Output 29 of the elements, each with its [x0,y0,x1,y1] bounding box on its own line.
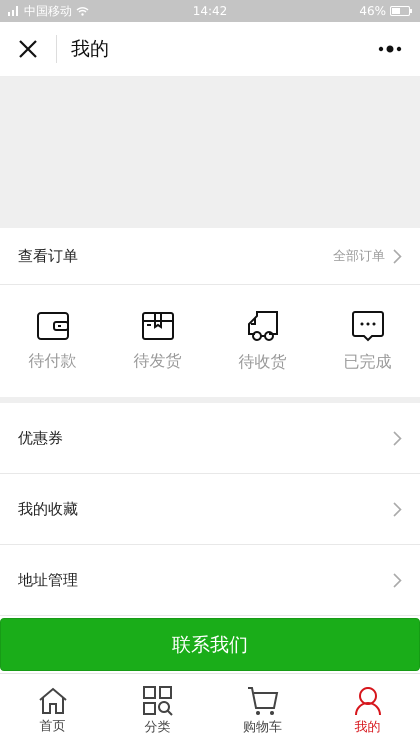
grid-search-icon [142,686,172,716]
carrier-name: 中国移动 [24,2,72,20]
tab-item[interactable]: 我的 [315,674,420,747]
orders-row[interactable]: 查看订单 全部订单 [0,228,420,285]
tab-item[interactable]: 分类 [105,674,210,747]
clock-time: 14:42 [192,4,228,18]
box-icon [140,310,174,340]
wifi-icon [76,6,89,16]
close-icon[interactable] [18,39,38,59]
chevron-icon [393,248,402,264]
chevron-icon [393,572,402,588]
page-title: 我的 [71,37,110,62]
tab-item[interactable]: 首页 [0,674,105,747]
wallet-icon [36,310,70,340]
menu-item[interactable]: 我的收藏 [0,474,420,545]
orders-title: 查看订单 [18,246,79,266]
user-icon [354,686,382,716]
battery-icon [390,6,412,16]
chevron-icon [393,430,402,446]
chat-icon [350,310,384,342]
battery-percent: 46% [359,4,386,18]
cart-icon [246,686,278,716]
home-icon [38,686,68,714]
menu-item[interactable]: 地址管理 [0,545,420,616]
tab-item[interactable]: 购物车 [210,674,315,747]
menu-item[interactable]: 优惠券 [0,403,420,474]
chevron-icon [393,502,402,516]
more-icon[interactable] [378,45,402,53]
signal-icon [8,6,20,16]
